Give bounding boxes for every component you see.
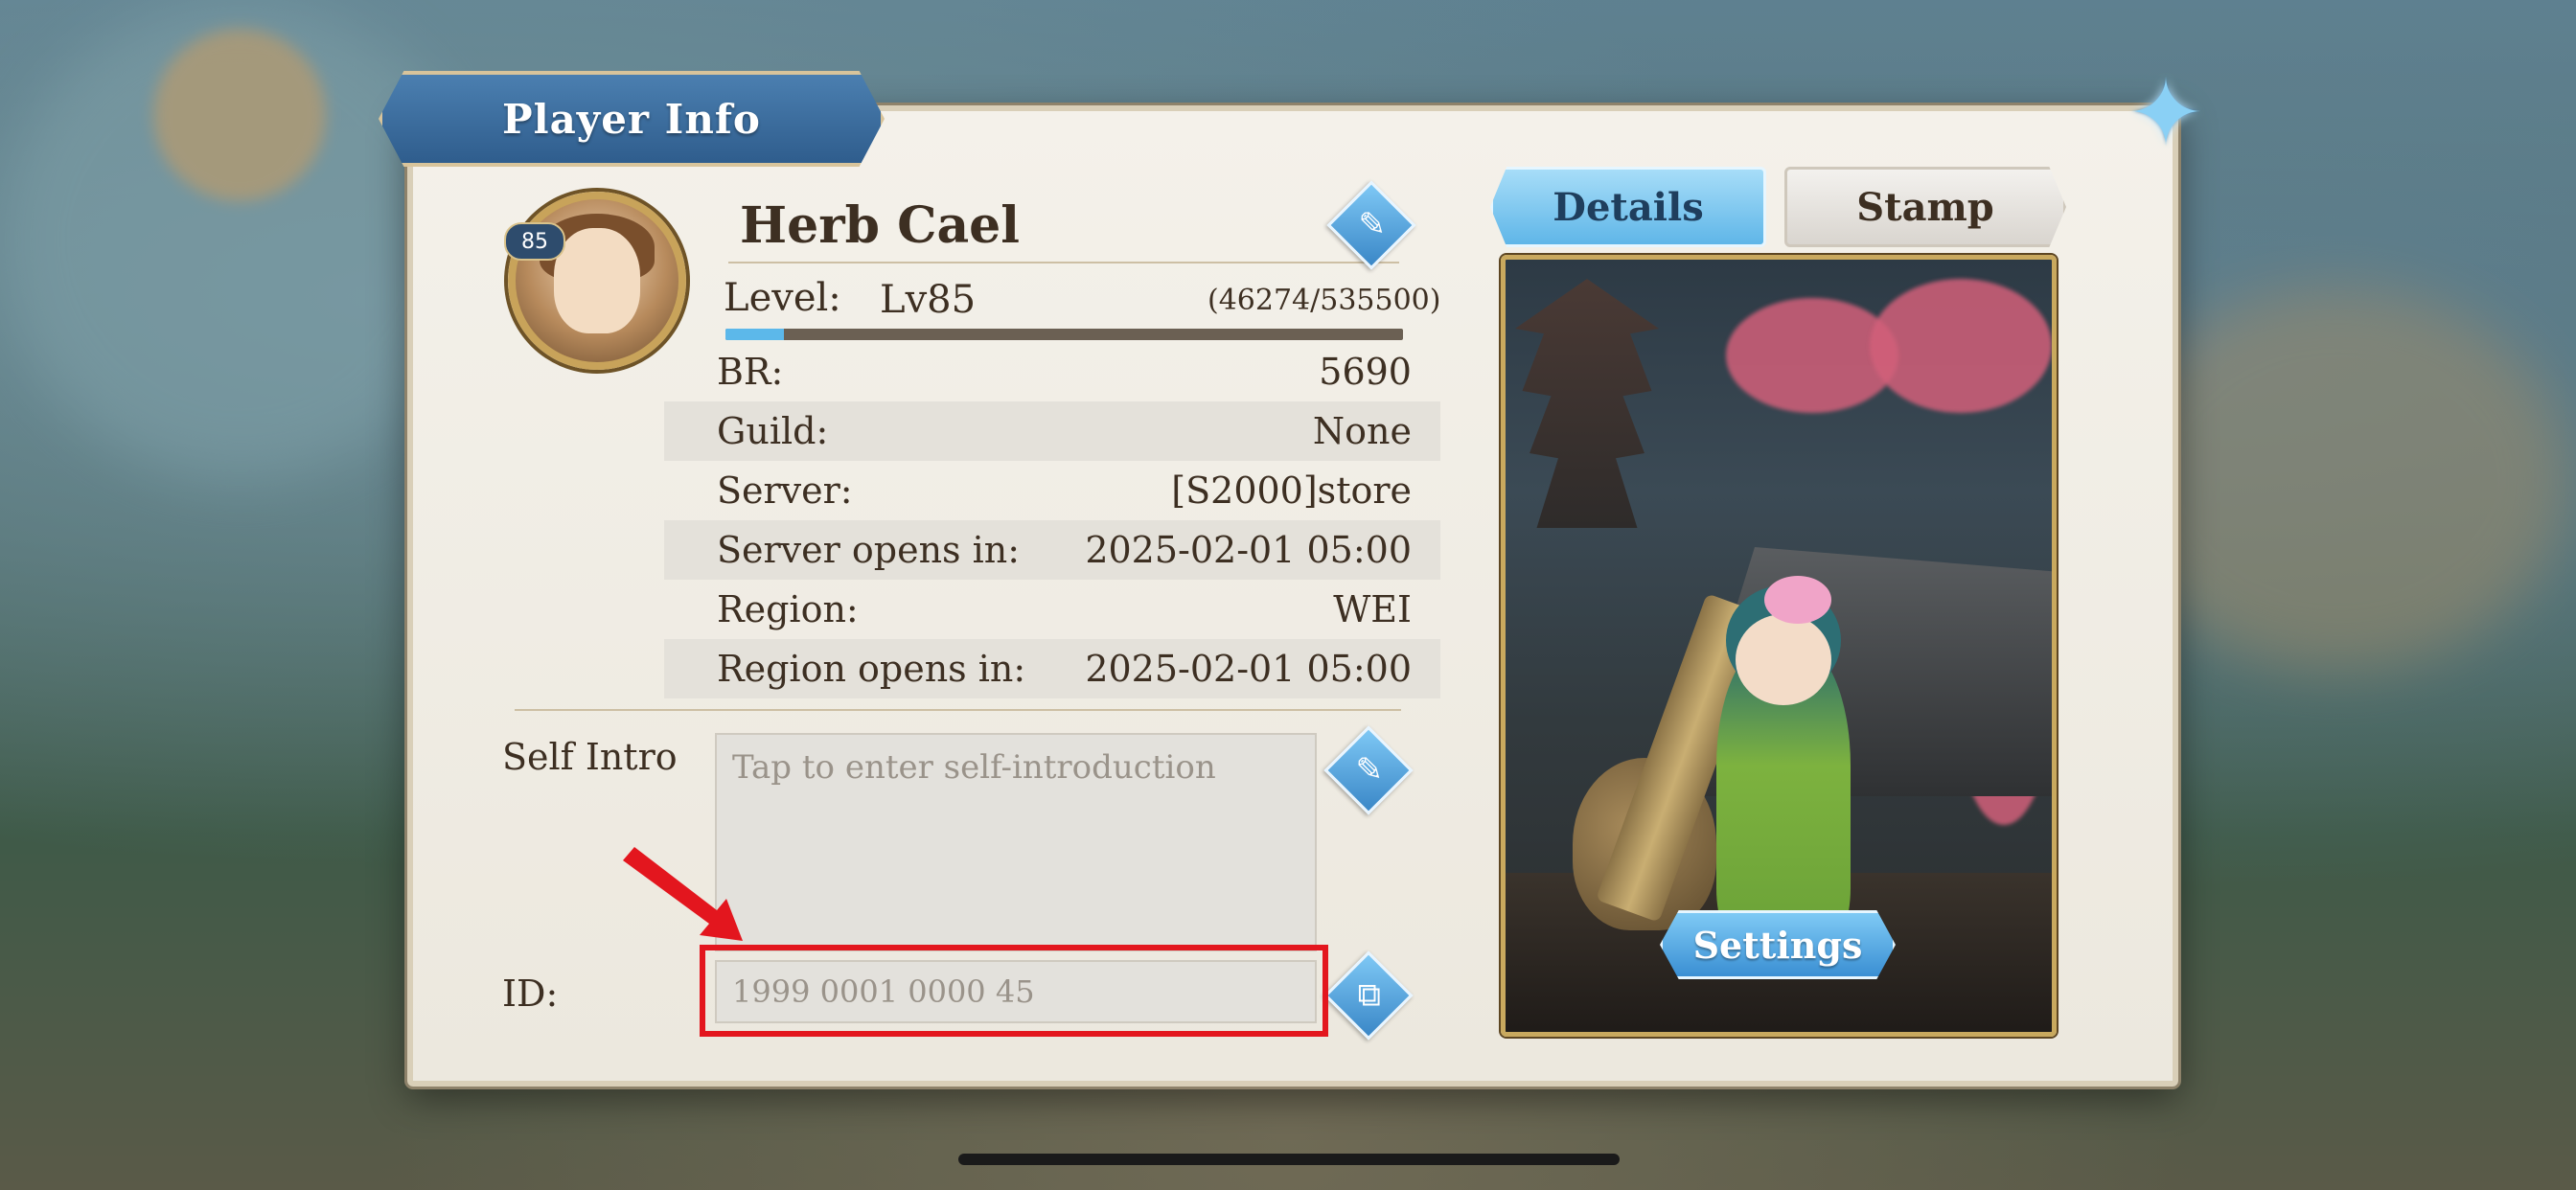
- self-intro-label: Self Intro: [502, 736, 678, 778]
- highlight-box: [700, 945, 1328, 1037]
- pencil-icon: ✎: [1355, 750, 1383, 790]
- level-label: Level:: [724, 276, 841, 320]
- info-value: 2025-02-01 05:00: [1085, 648, 1412, 690]
- info-table: BR: 5690 Guild: None Server: [S2000]store S…: [664, 342, 1440, 698]
- info-value: WEI: [1333, 588, 1412, 630]
- pencil-icon: ✎: [1358, 205, 1386, 244]
- info-label: Server opens in:: [717, 529, 1021, 571]
- background-avatar: [153, 29, 326, 201]
- avatar-level-badge: 85: [504, 222, 565, 261]
- close-button[interactable]: ✦: [2118, 65, 2214, 161]
- level-value: Lv85: [880, 278, 977, 322]
- exp-text: (46274/535500): [1208, 284, 1441, 317]
- exp-progress-fill: [725, 329, 785, 340]
- avatar[interactable]: [508, 192, 686, 370]
- info-value: None: [1312, 410, 1412, 452]
- dialog-title: Player Info: [379, 71, 885, 167]
- pagoda-shape: [1515, 279, 1659, 528]
- avatar-face: [554, 228, 640, 333]
- info-label: Region opens in:: [717, 648, 1026, 690]
- player-name: Herb Cael: [740, 196, 1020, 255]
- red-arrow-icon: [623, 847, 743, 941]
- info-row-region: Region: WEI: [664, 580, 1440, 639]
- copy-icon: ⧉: [1357, 975, 1381, 1015]
- name-divider: [728, 262, 1399, 263]
- home-indicator[interactable]: [958, 1154, 1620, 1165]
- id-label: ID:: [502, 973, 559, 1015]
- info-value: [S2000]store: [1171, 469, 1412, 512]
- exp-progress-bar: [725, 329, 1403, 340]
- info-row-br: BR: 5690: [664, 342, 1440, 401]
- self-intro-input[interactable]: Tap to enter self-introduction: [715, 733, 1317, 951]
- character-head: [1736, 614, 1831, 705]
- info-label: Server:: [717, 469, 853, 512]
- info-value: 2025-02-01 05:00: [1085, 529, 1412, 571]
- bunny-shape: [1764, 576, 1831, 624]
- info-label: Region:: [717, 588, 859, 630]
- info-row-server: Server: [S2000]store: [664, 461, 1440, 520]
- close-icon: ✦: [2127, 59, 2205, 167]
- tab-stamp[interactable]: Stamp: [1784, 167, 2066, 247]
- info-value: 5690: [1319, 351, 1412, 393]
- blossom-shape: [1870, 279, 2052, 413]
- info-row-server-opens: Server opens in: 2025-02-01 05:00: [664, 520, 1440, 580]
- settings-button[interactable]: Settings: [1660, 910, 1896, 979]
- info-row-region-opens: Region opens in: 2025-02-01 05:00: [664, 639, 1440, 698]
- info-label: BR:: [717, 351, 784, 393]
- info-label: Guild:: [717, 410, 829, 452]
- tab-details[interactable]: Details: [1490, 167, 1766, 247]
- section-divider: [515, 709, 1401, 711]
- info-row-guild: Guild: None: [664, 401, 1440, 461]
